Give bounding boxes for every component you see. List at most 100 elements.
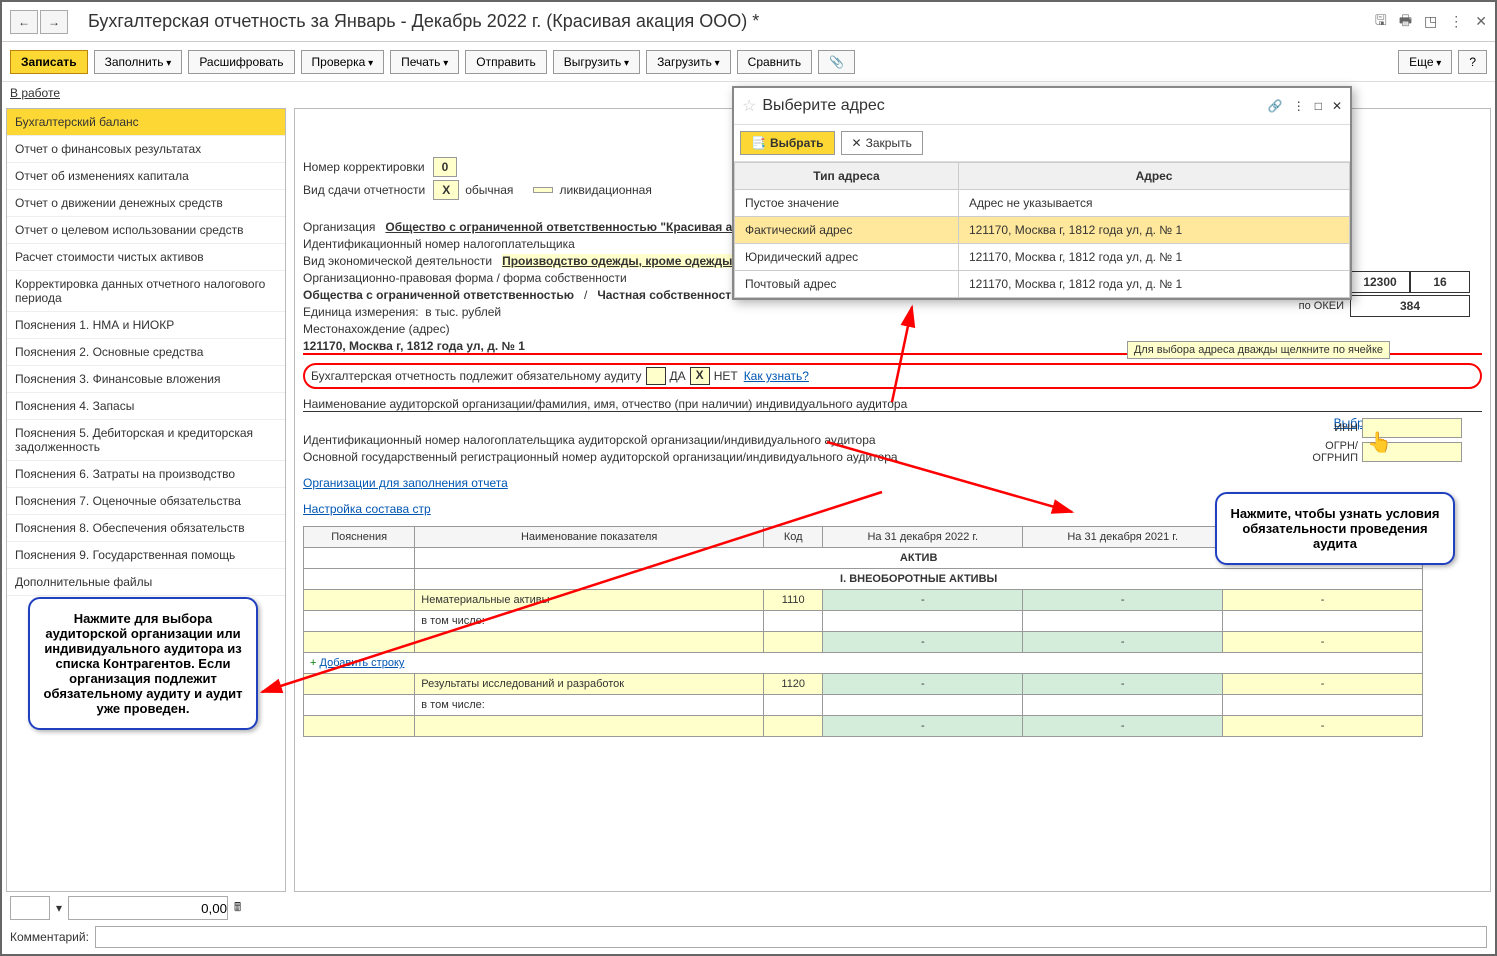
nav-back-button[interactable]: ← xyxy=(10,10,38,34)
send-button[interactable]: Отправить xyxy=(465,50,547,74)
unit-label: Единица измерения: xyxy=(303,305,419,319)
sidebar-item[interactable]: Отчет о движении денежных средств xyxy=(7,190,285,217)
sidebar-item[interactable]: Пояснения 7. Оценочные обязательства xyxy=(7,488,285,515)
th-2022: На 31 декабря 2022 г. xyxy=(823,527,1023,548)
cursor-icon: 👆 xyxy=(1367,430,1392,455)
org-fill-link[interactable]: Организации для заполнения отчета xyxy=(303,476,508,490)
help-button[interactable]: ? xyxy=(1458,50,1487,74)
okopf-value[interactable]: 12300 xyxy=(1350,271,1410,293)
close-icon[interactable]: ✕ xyxy=(1475,13,1487,30)
th-notes: Пояснения xyxy=(304,527,415,548)
okfs-value[interactable]: 16 xyxy=(1410,271,1470,293)
section-active: АКТИВ xyxy=(900,552,938,564)
audit-label: Бухгалтерская отчетность подлежит обязат… xyxy=(311,369,642,383)
okei-value: 384 xyxy=(1350,295,1470,317)
sidebar-item[interactable]: Пояснения 1. НМА и НИОКР xyxy=(7,312,285,339)
submit-normal-label: обычная xyxy=(465,183,513,197)
audit-no-label: НЕТ xyxy=(714,369,738,383)
sidebar-item[interactable]: Корректировка данных отчетного налоговог… xyxy=(7,271,285,312)
popup-select-button[interactable]: 📑 Выбрать xyxy=(740,131,835,155)
form-value2: Частная собственность xyxy=(597,288,738,302)
section-noncurrent: I. ВНЕОБОРОТНЫЕ АКТИВЫ xyxy=(840,573,997,585)
row-research-code: 1120 xyxy=(764,674,823,695)
sidebar-item-balance[interactable]: Бухгалтерский баланс xyxy=(7,109,285,136)
row-nma-code: 1110 xyxy=(764,590,823,611)
address-table: Тип адресаАдрес Пустое значениеАдрес не … xyxy=(734,162,1350,298)
menu-icon[interactable]: ⋮ xyxy=(1449,13,1463,30)
audit-no-check[interactable]: Х xyxy=(690,367,710,385)
calc-icon[interactable]: 🖩 xyxy=(234,898,241,919)
sidebar-item[interactable]: Пояснения 4. Запасы xyxy=(7,393,285,420)
export-button[interactable]: Выгрузить xyxy=(553,50,640,74)
sidebar-item[interactable]: Расчет стоимости чистых активов xyxy=(7,244,285,271)
sidebar-item[interactable]: Пояснения 8. Обеспечения обязательств xyxy=(7,515,285,542)
org-value[interactable]: Общество с ограниченной ответственностью… xyxy=(385,220,738,234)
address-row-selected[interactable]: Фактический адрес121170, Москва г, 1812 … xyxy=(735,217,1350,244)
popup-menu-icon[interactable]: ⋮ xyxy=(1293,99,1305,113)
row-research: Результаты исследований и разработок xyxy=(415,674,764,695)
submit-normal-check[interactable]: Х xyxy=(433,180,459,200)
th-2021: На 31 декабря 2021 г. xyxy=(1023,527,1223,548)
correction-value[interactable]: 0 xyxy=(433,157,458,177)
correction-label: Номер корректировки xyxy=(303,160,425,174)
sidebar-item[interactable]: Отчет о финансовых результатах xyxy=(7,136,285,163)
compare-button[interactable]: Сравнить xyxy=(737,50,812,74)
location-label: Местонахождение (адрес) xyxy=(303,322,1482,336)
audit-how-link[interactable]: Как узнать? xyxy=(744,369,809,383)
sidebar-item[interactable]: Пояснения 9. Государственная помощь xyxy=(7,542,285,569)
callout-left: Нажмите для выбора аудиторской организац… xyxy=(28,597,258,730)
add-row-link[interactable]: Добавить строку xyxy=(320,657,405,669)
ogrn-short: ОГРН/ ОГРНИП xyxy=(1302,440,1362,464)
form-value1: Общества с ограниченной ответственностью xyxy=(303,288,574,302)
sidebar: Бухгалтерский баланс Отчет о финансовых … xyxy=(6,108,286,892)
link-icon[interactable]: 🔗 xyxy=(1268,99,1283,113)
sidebar-item[interactable]: Дополнительные файлы xyxy=(7,569,285,596)
bottom-input-1[interactable] xyxy=(10,896,50,920)
more-button[interactable]: Еще xyxy=(1398,50,1452,74)
attach-button[interactable]: 📎 xyxy=(818,50,855,74)
comment-input[interactable] xyxy=(95,926,1487,948)
audit-yes-check[interactable] xyxy=(646,367,666,385)
address-row[interactable]: Пустое значениеАдрес не указывается xyxy=(735,190,1350,217)
address-tooltip: Для выбора адреса дважды щелкните по яче… xyxy=(1127,341,1390,359)
save-button[interactable]: Записать xyxy=(10,50,88,74)
sidebar-item[interactable]: Отчет о целевом использовании средств xyxy=(7,217,285,244)
sidebar-item[interactable]: Отчет об изменениях капитала xyxy=(7,163,285,190)
sidebar-item[interactable]: Пояснения 5. Дебиторская и кредиторская … xyxy=(7,420,285,461)
nav-forward-button[interactable]: → xyxy=(40,10,68,34)
window-icon[interactable]: ◳ xyxy=(1424,13,1437,30)
sidebar-item[interactable]: Пояснения 3. Финансовые вложения xyxy=(7,366,285,393)
sidebar-item[interactable]: Пояснения 2. Основные средства xyxy=(7,339,285,366)
titlebar: ← → Бухгалтерская отчетность за Январь -… xyxy=(2,2,1495,42)
location-value[interactable]: 121170, Москва г, 1812 года ул, д. № 1 xyxy=(303,339,525,353)
decode-button[interactable]: Расшифровать xyxy=(188,50,294,74)
row-incl2: в том числе: xyxy=(415,695,764,716)
toolbar: Записать Заполнить Расшифровать Проверка… xyxy=(2,42,1495,82)
address-row[interactable]: Почтовый адрес121170, Москва г, 1812 год… xyxy=(735,271,1350,298)
activity-label: Вид экономической деятельности xyxy=(303,254,492,268)
rows-config-link[interactable]: Настройка состава стр xyxy=(303,502,431,516)
org-label: Организация xyxy=(303,220,375,234)
submit-type-label: Вид сдачи отчетности xyxy=(303,183,425,197)
submit-liquidation-check[interactable] xyxy=(533,187,553,193)
callout-right: Нажмите, чтобы узнать условия обязательн… xyxy=(1215,492,1455,565)
th-code: Код xyxy=(764,527,823,548)
import-button[interactable]: Загрузить xyxy=(646,50,731,74)
popup-col2: Адрес xyxy=(958,163,1349,190)
bottom-value[interactable] xyxy=(68,896,228,920)
star-icon[interactable]: ☆ xyxy=(742,96,756,116)
print-icon[interactable]: 🖶 xyxy=(1399,10,1412,34)
dropdown-icon[interactable]: ▾ xyxy=(56,901,62,915)
inn-short: ИНН xyxy=(1302,422,1362,434)
popup-close-button[interactable]: ✕ Закрыть xyxy=(841,131,923,155)
address-row[interactable]: Юридический адрес121170, Москва г, 1812 … xyxy=(735,244,1350,271)
print-button[interactable]: Печать xyxy=(390,50,459,74)
sidebar-item[interactable]: Пояснения 6. Затраты на производство xyxy=(7,461,285,488)
popup-maximize-icon[interactable]: □ xyxy=(1315,99,1322,113)
check-button[interactable]: Проверка xyxy=(301,50,385,74)
popup-close-icon[interactable]: ✕ xyxy=(1332,99,1342,113)
row-nma: Нематериальные активы xyxy=(415,590,764,611)
row-incl: в том числе: xyxy=(415,611,764,632)
save-icon[interactable]: 🖫 xyxy=(1375,10,1387,34)
fill-button[interactable]: Заполнить xyxy=(94,50,183,74)
